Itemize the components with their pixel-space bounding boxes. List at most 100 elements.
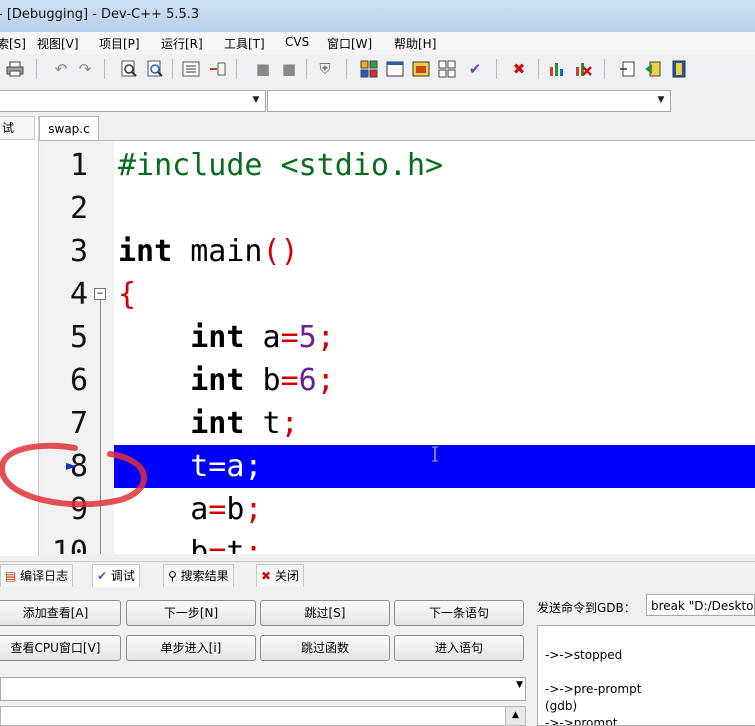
gdb-command-input[interactable]: break "D:/Desktop xyxy=(646,594,755,616)
code-line: int a=5; xyxy=(190,320,335,355)
toolbar-separator xyxy=(496,59,497,79)
goto-icon[interactable] xyxy=(616,58,638,80)
title-bar: - [Debugging] - Dev-C++ 5.5.3 xyxy=(0,0,755,32)
line-number: 7 xyxy=(69,406,88,441)
debug-jump-icon[interactable] xyxy=(642,58,664,80)
tab-compile-log[interactable]: ▤ 编译日志 xyxy=(0,564,74,588)
bottom-tab-bar: ▤ 编译日志 ✔ 调试 ⚲ 搜索结果 ✖ 关闭 xyxy=(0,561,755,588)
code-line: int b=6; xyxy=(190,363,335,398)
fold-line xyxy=(100,300,101,554)
toolbar-separator xyxy=(604,59,605,79)
code-line: int t; xyxy=(190,406,299,441)
undo-icon[interactable]: ↶ xyxy=(50,58,72,80)
tab-label: 关闭 xyxy=(274,569,299,583)
exit-icon[interactable] xyxy=(668,58,690,80)
into-statement-button[interactable]: 进入语句 xyxy=(394,635,524,661)
search-icon: ⚲ xyxy=(168,569,177,583)
gdb-command-label: 发送命令到GDB： xyxy=(537,601,636,615)
code-line: b=t; xyxy=(118,535,263,554)
check-icon[interactable]: ✔ xyxy=(464,58,486,80)
check-icon: ✔ xyxy=(97,569,108,583)
compile-run-icon[interactable] xyxy=(410,58,432,80)
toolbar-separator xyxy=(538,59,539,79)
code-line: #include <stdio.h> xyxy=(118,148,444,183)
tab-swap-c[interactable]: swap.c xyxy=(39,116,99,141)
menu-tools[interactable]: 工具[T] xyxy=(224,35,265,52)
window-title: - [Debugging] - Dev-C++ 5.5.3 xyxy=(0,7,200,22)
menu-view[interactable]: 视图[V] xyxy=(37,35,79,52)
tab-debug-left[interactable]: 试 xyxy=(0,116,35,140)
unindent-icon[interactable] xyxy=(206,58,228,80)
shield-icon[interactable]: ⛨ xyxy=(314,58,336,80)
menu-help[interactable]: 帮助[H] xyxy=(394,35,436,52)
close-icon: ✖ xyxy=(261,569,272,583)
code-line: { xyxy=(118,277,137,312)
tab-label: 编译日志 xyxy=(20,569,69,583)
gdb-output-line: (gdb) xyxy=(545,699,578,713)
profile-chart-icon[interactable] xyxy=(546,58,568,80)
tab-close[interactable]: ✖ 关闭 xyxy=(256,564,304,588)
indent-icon[interactable] xyxy=(180,58,202,80)
toolbar-separator xyxy=(104,59,105,79)
line-number: 3 xyxy=(69,234,88,269)
gdb-output-line: ->->stopped xyxy=(545,648,623,662)
red-annotation-circle xyxy=(0,442,148,508)
line-number: 2 xyxy=(69,191,88,226)
chevron-down-icon: ▼ xyxy=(516,680,523,690)
class-combo[interactable]: ▼ xyxy=(0,90,266,112)
menu-project[interactable]: 项目[P] xyxy=(99,35,140,52)
toolbar: ↶ ↷ ■ ■ ⛨ ✔ ✖ xyxy=(0,54,755,87)
line-number: 10 xyxy=(51,535,88,554)
chevron-down-icon: ▼ xyxy=(657,95,665,105)
gdb-output-line: ->->pre-prompt xyxy=(545,682,642,696)
next-statement-button[interactable]: 下一条语句 xyxy=(394,600,524,626)
rebuild-icon[interactable] xyxy=(436,58,458,80)
tab-debug[interactable]: ✔ 调试 xyxy=(92,564,140,588)
next-step-button[interactable]: 下一步[N] xyxy=(126,600,256,626)
toolbar-separator xyxy=(346,59,347,79)
tab-label: 搜索结果 xyxy=(180,569,229,583)
member-combo[interactable]: ▼ xyxy=(267,90,671,112)
line-number: 5 xyxy=(69,320,88,355)
goto-bookmark-icon[interactable]: ■ xyxy=(278,58,300,80)
chart-icon: ▤ xyxy=(5,569,17,583)
line-number: 4 xyxy=(69,277,88,312)
skip-function-button[interactable]: 跳过函数 xyxy=(260,635,390,661)
compile-icon[interactable] xyxy=(358,58,380,80)
redo-icon[interactable]: ↷ xyxy=(74,58,96,80)
text-cursor-icon xyxy=(431,446,439,462)
toolbar-separator xyxy=(236,59,237,79)
tab-search-results[interactable]: ⚲ 搜索结果 xyxy=(163,564,234,588)
print-icon[interactable] xyxy=(4,58,26,80)
add-watch-button[interactable]: 添加查看[A] xyxy=(0,600,121,626)
scroll-up-icon[interactable]: ▲ xyxy=(505,706,526,726)
replace-icon[interactable] xyxy=(144,58,166,80)
bookmark-icon[interactable]: ■ xyxy=(252,58,274,80)
line-number: 6 xyxy=(69,363,88,398)
menu-window[interactable]: 窗口[W] xyxy=(327,35,372,52)
class-combo-row: ▼ ▼ xyxy=(0,86,755,116)
menu-bar: 索[S] 视图[V] 项目[P] 运行[R] 工具[T] CVS 窗口[W] 帮… xyxy=(0,32,755,55)
tab-label: 调试 xyxy=(110,569,135,583)
chevron-down-icon: ▼ xyxy=(252,95,260,105)
gdb-output[interactable]: ->->stopped ->->pre-prompt (gdb) ->->pro… xyxy=(537,625,755,726)
watch-combo[interactable]: ▼ xyxy=(0,677,526,701)
menu-cvs[interactable]: CVS xyxy=(285,35,309,49)
fold-toggle-icon[interactable]: − xyxy=(94,288,106,300)
menu-run[interactable]: 运行[R] xyxy=(161,35,203,52)
code-line: int main() xyxy=(118,234,299,269)
toolbar-separator xyxy=(172,59,173,79)
stop-icon[interactable]: ✖ xyxy=(508,58,530,80)
line-number: 1 xyxy=(69,148,88,183)
watch-list[interactable] xyxy=(0,706,506,726)
find-icon[interactable] xyxy=(118,58,140,80)
toolbar-separator xyxy=(36,59,37,79)
gdb-output-line: ->->prompt xyxy=(545,716,618,726)
run-icon[interactable] xyxy=(384,58,406,80)
menu-search[interactable]: 索[S] xyxy=(0,35,26,52)
skip-button[interactable]: 跳过[S] xyxy=(260,600,390,626)
toolbar-separator xyxy=(306,59,307,79)
delete-profile-icon[interactable] xyxy=(572,58,594,80)
step-into-button[interactable]: 单步进入[i] xyxy=(126,635,256,661)
view-cpu-window-button[interactable]: 查看CPU窗口[V] xyxy=(0,635,121,661)
